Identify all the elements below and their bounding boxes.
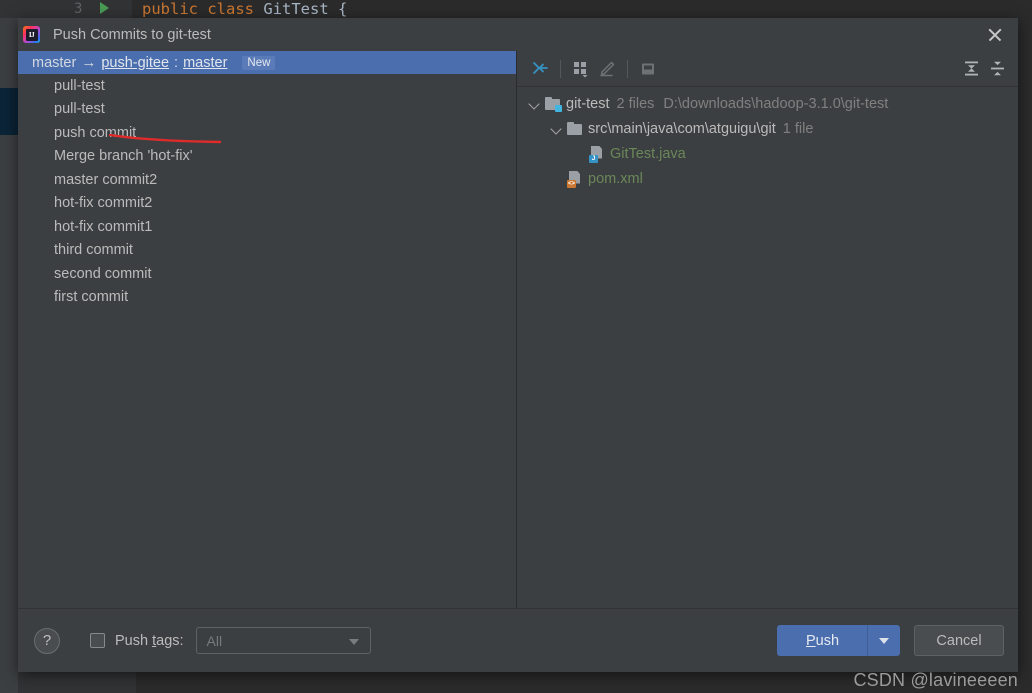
toolbar-divider — [627, 59, 628, 78]
commit-message: push commit — [54, 124, 137, 141]
run-gutter-icon[interactable] — [100, 2, 109, 14]
commit-message: hot-fix commit2 — [54, 195, 153, 212]
push-button-label: ush — [815, 632, 840, 649]
tree-node-label: pom.xml — [588, 170, 643, 187]
list-item[interactable]: hot-fix commit2 — [18, 192, 516, 216]
list-item[interactable]: third commit — [18, 239, 516, 263]
branch-push-spec-row[interactable]: master → push-gitee : master New — [18, 51, 516, 74]
ide-highlight-block — [0, 88, 18, 135]
tree-row[interactable]: git-test 2 files D:\downloads\hadoop-3.1… — [517, 91, 1018, 116]
collapse-to-center-icon[interactable] — [527, 57, 553, 81]
xml-file-icon: <> — [567, 170, 583, 188]
collapse-all-icon[interactable] — [984, 57, 1010, 81]
close-icon[interactable] — [986, 26, 1004, 44]
list-item[interactable]: Merge branch 'hot-fix' — [18, 145, 516, 169]
commit-message: Merge branch 'hot-fix' — [54, 148, 193, 165]
dialog-title: Push Commits to git-test — [53, 26, 211, 43]
list-item[interactable]: pull-test — [18, 74, 516, 98]
folder-icon — [567, 121, 583, 136]
tree-node-label: git-test — [566, 95, 610, 112]
changed-files-tree: git-test 2 files D:\downloads\hadoop-3.1… — [517, 87, 1018, 608]
list-item[interactable]: second commit — [18, 262, 516, 286]
tree-row[interactable]: J GitTest.java — [517, 141, 1018, 166]
push-button-mnemonic: P — [805, 632, 816, 649]
dialog-footer: ? Push tags: All Push Cancel — [18, 608, 1018, 672]
list-item[interactable]: pull-test — [18, 98, 516, 122]
dialog-body: master → push-gitee : master New pull-te… — [18, 51, 1018, 608]
dialog-titlebar: IJ Push Commits to git-test — [18, 18, 1018, 51]
tree-node-filecount: 2 files — [616, 95, 655, 112]
cancel-button[interactable]: Cancel — [914, 625, 1004, 656]
commit-message: pull-test — [54, 77, 105, 94]
commit-message: master commit2 — [54, 171, 158, 188]
push-commits-dialog: IJ Push Commits to git-test master → pus… — [18, 18, 1018, 672]
tree-node-label: src\main\java\com\atguigu\git — [588, 120, 776, 137]
editor-line-number: 3 — [74, 1, 83, 17]
list-item[interactable]: first commit — [18, 286, 516, 310]
remote-name-link[interactable]: push-gitee — [101, 55, 169, 71]
module-folder-icon — [545, 96, 562, 112]
commit-message: second commit — [54, 265, 152, 282]
push-tags-group: Push tags: All — [90, 627, 371, 654]
new-branch-badge: New — [242, 55, 276, 70]
code-keyword-public: public — [142, 0, 198, 18]
commits-pane: master → push-gitee : master New pull-te… — [18, 51, 517, 608]
push-tags-label-post: ags: — [156, 632, 184, 649]
push-button[interactable]: Push — [777, 625, 868, 656]
group-by-icon[interactable] — [568, 57, 594, 81]
tree-node-path: D:\downloads\hadoop-3.1.0\git-test — [663, 95, 889, 112]
toolbar-divider — [560, 59, 561, 78]
changed-files-pane: git-test 2 files D:\downloads\hadoop-3.1… — [517, 51, 1018, 608]
commit-message: hot-fix commit1 — [54, 218, 153, 235]
chevron-down-icon — [348, 639, 359, 645]
ide-bottom-panel-left — [18, 672, 136, 693]
code-keyword-class: class — [207, 0, 255, 18]
code-class-name: GitTest — [263, 0, 329, 18]
tree-row[interactable]: src\main\java\com\atguigu\git 1 file — [517, 116, 1018, 141]
tree-toolbar — [517, 51, 1018, 87]
list-item[interactable]: push commit — [18, 121, 516, 145]
preview-pane-icon[interactable] — [635, 57, 661, 81]
editor-gutter — [0, 0, 132, 18]
tree-node-filecount: 1 file — [782, 120, 814, 137]
edit-source-icon — [594, 57, 620, 81]
tree-row[interactable]: <> pom.xml — [517, 166, 1018, 191]
ide-bottom-panel-right — [136, 672, 1032, 693]
commit-list: master → push-gitee : master New pull-te… — [18, 51, 516, 309]
branch-separator: : — [174, 54, 179, 71]
push-tags-select[interactable]: All — [195, 627, 371, 654]
chevron-down-icon[interactable] — [549, 121, 564, 136]
list-item[interactable]: master commit2 — [18, 168, 516, 192]
code-open-brace: { — [338, 0, 348, 18]
expand-all-icon[interactable] — [958, 57, 984, 81]
tree-node-label: GitTest.java — [610, 145, 686, 162]
editor-code-text: public class GitTest { — [142, 0, 347, 18]
intellij-idea-icon: IJ — [23, 26, 40, 43]
push-button-group: Push — [777, 625, 900, 656]
push-tags-checkbox[interactable] — [90, 633, 105, 648]
push-dropdown-button[interactable] — [868, 625, 900, 656]
push-tags-label: Push tags: — [115, 633, 184, 649]
push-tags-select-value: All — [206, 632, 223, 649]
commit-message: pull-test — [54, 101, 105, 118]
source-branch-label: master — [32, 54, 77, 71]
commit-message: third commit — [54, 242, 133, 259]
list-item[interactable]: hot-fix commit1 — [18, 215, 516, 239]
editor-code-strip: 3 public class GitTest { — [0, 0, 1032, 18]
help-button[interactable]: ? — [34, 627, 60, 654]
arrow-right-icon: → — [81, 54, 97, 71]
commit-message: first commit — [54, 289, 129, 306]
ide-right-edge-strip — [1018, 18, 1032, 672]
target-branch-link[interactable]: master — [183, 55, 227, 71]
chevron-down-icon — [879, 637, 889, 644]
chevron-down-icon[interactable] — [527, 96, 542, 111]
java-file-icon: J — [589, 145, 605, 163]
app-icon-label: IJ — [25, 28, 38, 41]
push-tags-label-pre: Push — [115, 632, 153, 649]
